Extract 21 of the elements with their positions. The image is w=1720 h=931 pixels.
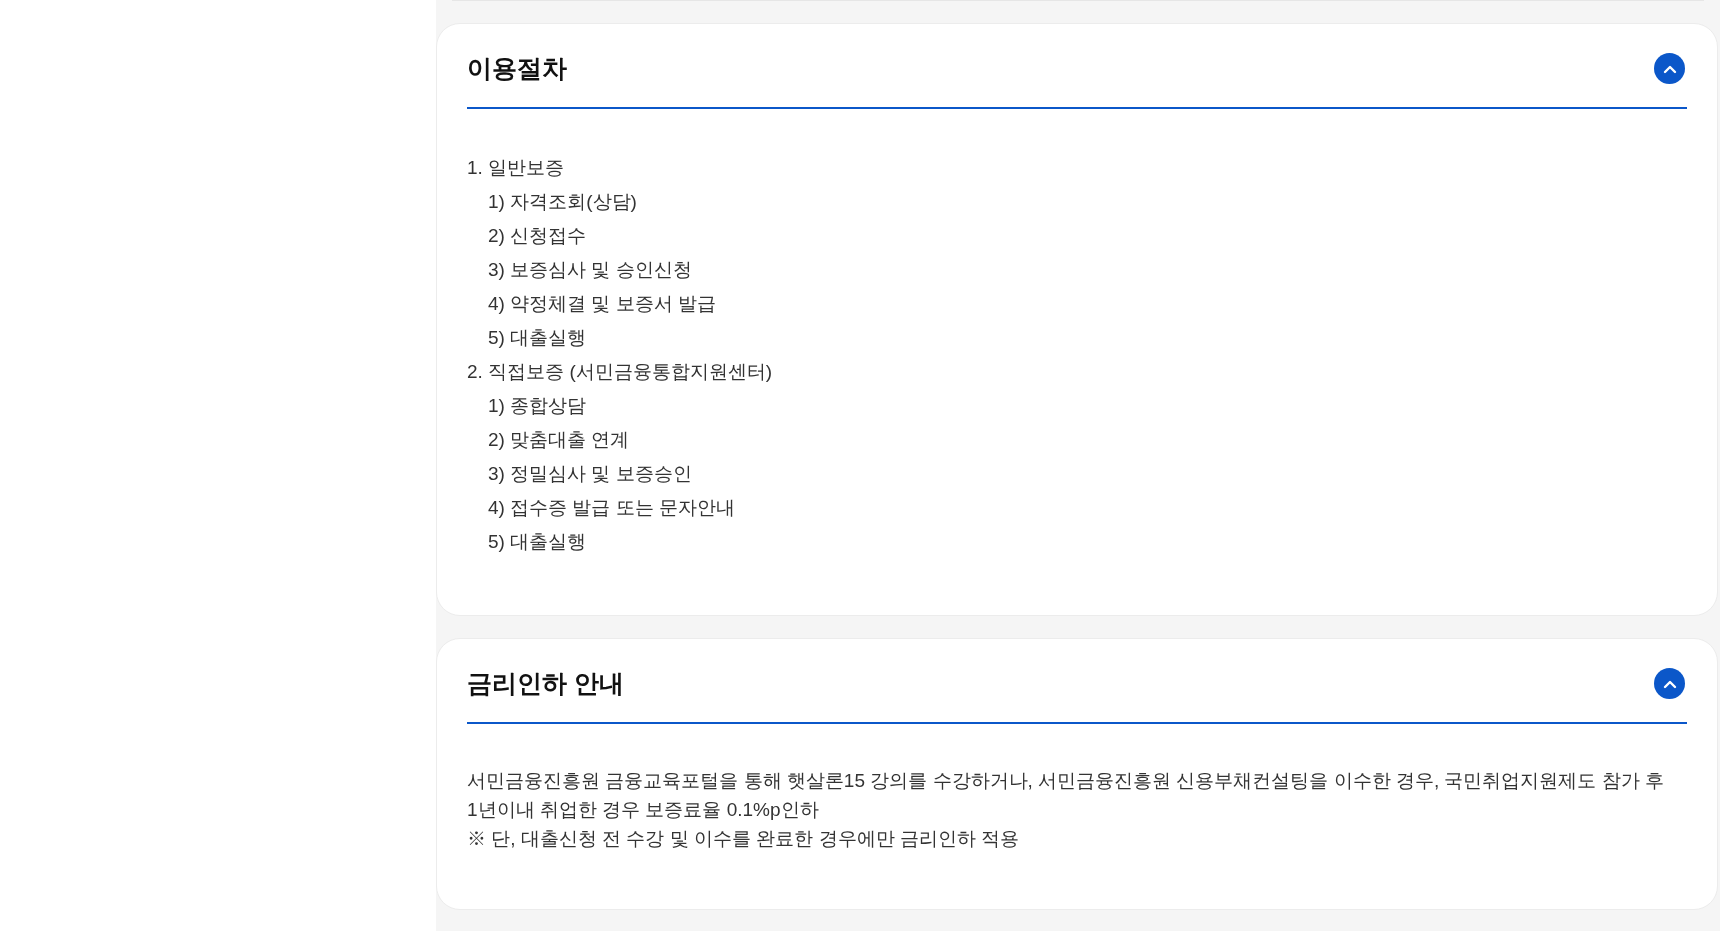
- list-item: 4) 약정체결 및 보증서 발급: [487, 292, 717, 316]
- list-item: 1. 일반보증: [467, 156, 566, 180]
- info-text: 1년이내 취업한 경우 보증료율 0.1%p인하: [467, 798, 820, 822]
- list-item: 5) 대출실행: [487, 530, 588, 554]
- list-item: 2) 맞춤대출 연계: [487, 428, 631, 452]
- list-item: 1) 종합상담: [487, 394, 588, 418]
- list-item: 3) 보증심사 및 승인신청: [487, 258, 693, 282]
- list-item: 3) 정밀심사 및 보증승인: [487, 462, 693, 486]
- chevron-up-icon: [1662, 63, 1677, 74]
- section-title: 이용절차: [467, 53, 567, 84]
- list-item: 4) 접수증 발급 또는 문자안내: [487, 496, 736, 520]
- list-item: 5) 대출실행: [487, 326, 588, 350]
- list-item: 1) 자격조회(상담): [487, 190, 638, 214]
- list-item: 2) 신청접수: [487, 224, 588, 248]
- collapse-button[interactable]: [1654, 668, 1685, 699]
- chevron-up-icon: [1662, 678, 1677, 689]
- info-text: ※ 단, 대출신청 전 수강 및 이수를 완료한 경우에만 금리인하 적용: [467, 827, 1021, 851]
- collapse-button[interactable]: [1654, 53, 1685, 84]
- list-item: 2. 직접보증 (서민금융통합지원센터): [467, 360, 774, 384]
- info-text: 서민금융진흥원 금융교육포털을 통해 햇살론15 강의를 수강하거나, 서민금융진흥원 신용부채컨설팅을 이수한 경우, 국민취업지원제도 참가 후: [467, 769, 1666, 793]
- section-title: 금리인하 안내: [467, 668, 624, 699]
